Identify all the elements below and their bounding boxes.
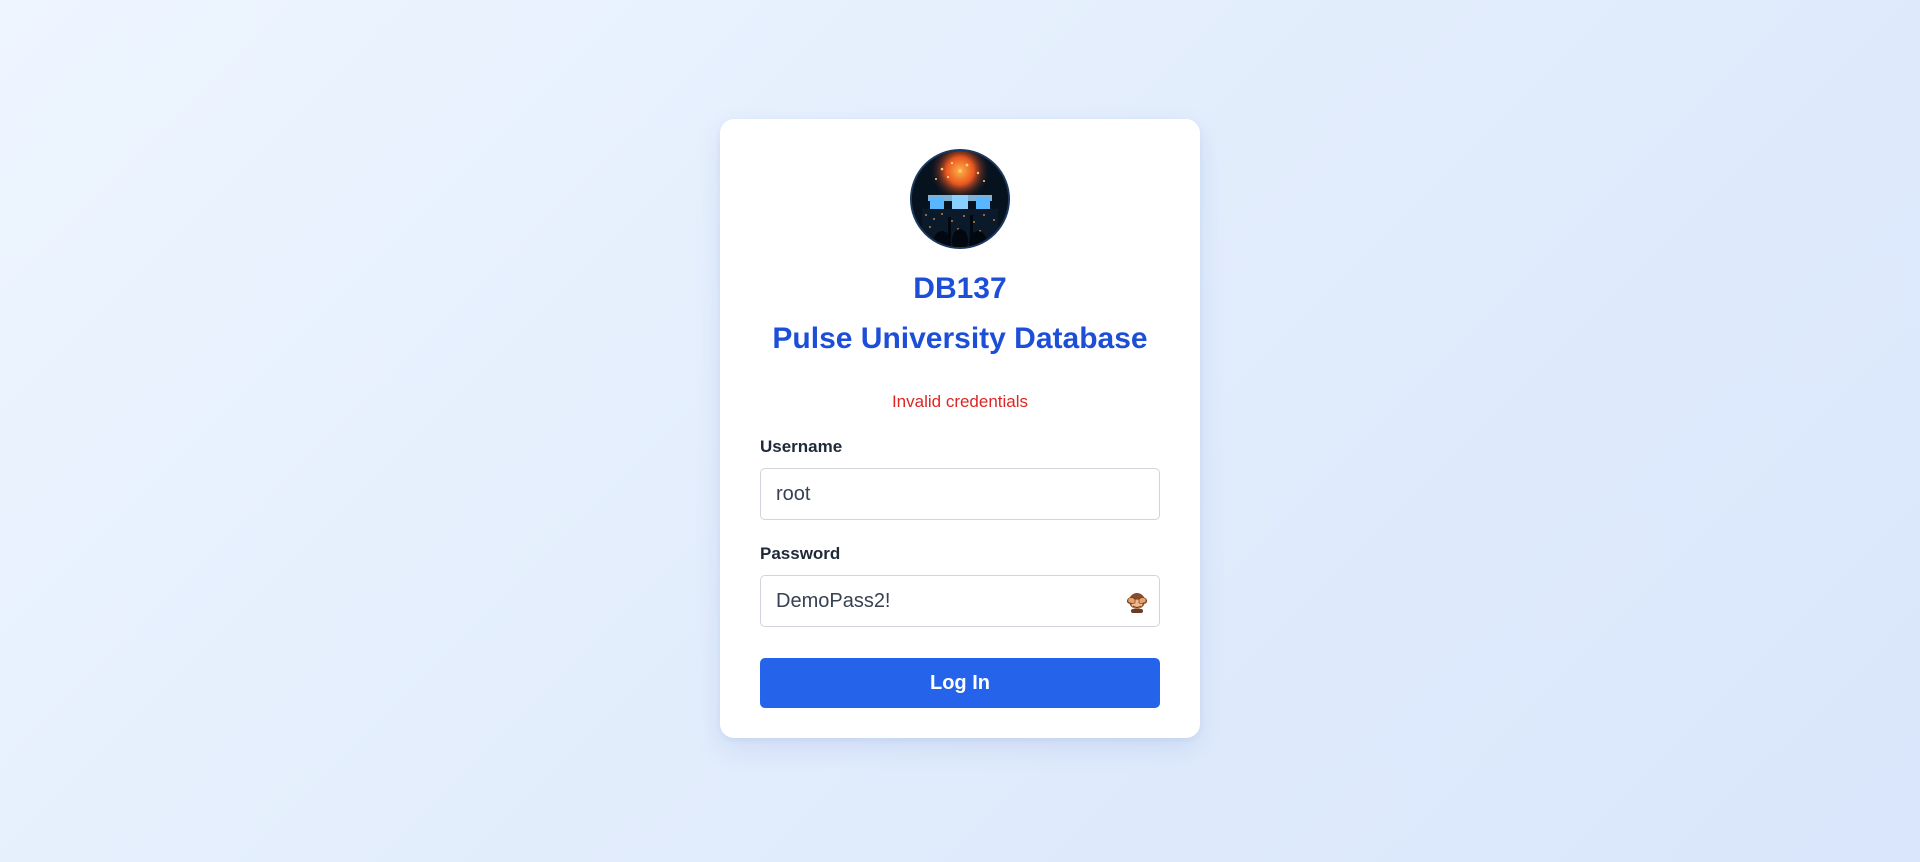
- error-message: Invalid credentials: [891, 392, 1029, 411]
- logo-avatar: [910, 149, 1010, 249]
- password-input[interactable]: [761, 576, 1159, 626]
- see-no-evil-monkey-icon[interactable]: [1125, 590, 1149, 614]
- login-card: DB137 Pulse University Database Invalid …: [720, 119, 1200, 738]
- app-name-title: Pulse University Database: [772, 322, 1148, 355]
- password-field-wrapper: [760, 575, 1160, 627]
- password-label: Password: [760, 544, 841, 563]
- app-code-title: DB137: [913, 272, 1007, 305]
- concert-crowd-icon: [912, 151, 1008, 247]
- login-button[interactable]: Log In: [760, 658, 1160, 708]
- username-input[interactable]: [761, 469, 1159, 519]
- username-field-wrapper: [760, 468, 1160, 520]
- username-label: Username: [760, 437, 843, 456]
